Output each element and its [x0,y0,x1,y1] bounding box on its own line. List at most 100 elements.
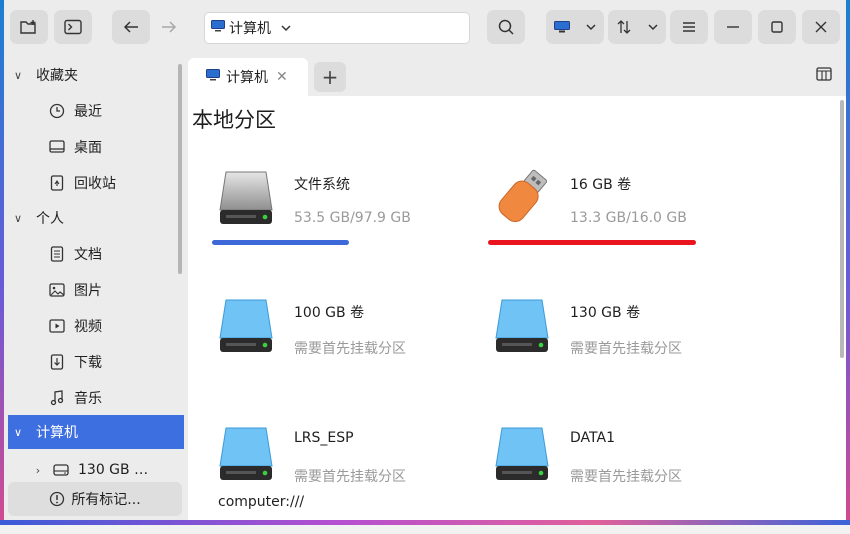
search-icon [498,19,514,35]
hard-disk-icon [218,168,274,230]
terminal-button[interactable] [54,10,92,44]
view-mode-button[interactable] [546,10,604,44]
tab-computer[interactable]: 计算机 ✕ [188,58,308,96]
file-manager-window: 计算机 ∨ 收藏夹 最近 桌面 回收站 ∨ 个人 文档 图片 视频 下载 音乐 … [4,0,846,520]
menu-button[interactable] [670,10,708,44]
usb-drive-icon [494,168,554,232]
sidebar-item-label: 桌面 [74,140,102,156]
drive-icon [218,296,274,358]
icon-view-icon [554,21,570,33]
sidebar-item-trash[interactable]: 回收站 [8,167,180,199]
chevron-down-icon[interactable]: ∨ [10,69,26,82]
sidebar-item-desktop[interactable]: 桌面 [8,131,180,163]
drive-usage-text: 13.3 GB/16.0 GB [570,210,687,226]
chevron-down-icon[interactable]: ∨ [10,212,26,225]
sidebar-scrollbar[interactable] [178,64,182,274]
section-title: 本地分区 [192,108,276,132]
download-icon [46,354,68,370]
new-folder-icon [20,20,36,34]
chevron-down-icon[interactable]: ∨ [10,426,26,439]
drive-name: 16 GB 卷 [570,177,632,193]
close-window-button[interactable] [802,10,840,44]
new-tab-button[interactable]: + [314,62,346,92]
drive-icon [50,464,72,476]
all-tags-label: 所有标记... [71,492,141,508]
close-tab-icon[interactable]: ✕ [276,69,288,85]
minimize-icon [727,26,739,28]
address-text: 计算机 [229,21,271,37]
drive-icon [494,296,550,358]
sidebar-group-label: 计算机 [36,425,78,441]
sort-icon [617,20,630,34]
terminal-icon [64,19,82,35]
new-folder-button[interactable] [10,10,48,44]
drive-icon [218,424,274,486]
drive-status-text: 需要首先挂载分区 [570,341,682,357]
drive-item[interactable]: 16 GB 卷 13.3 GB/16.0 GB [464,168,724,278]
drive-item[interactable]: 100 GB 卷 需要首先挂载分区 [188,296,448,406]
sidebar: ∨ 收藏夹 最近 桌面 回收站 ∨ 个人 文档 图片 视频 下载 音乐 ∨ 计算… [4,56,186,520]
tab-label: 计算机 [226,70,268,86]
sidebar-item-label: 下载 [74,355,102,371]
toggle-detail-panel-button[interactable] [816,66,832,85]
drive-usage-bar [488,240,696,245]
document-icon [46,246,68,262]
drive-item[interactable]: DATA1 需要首先挂载分区 [464,424,724,534]
drive-name: 100 GB 卷 [294,305,365,321]
drive-name: 130 GB 卷 [570,305,641,321]
sidebar-group-label: 个人 [36,211,64,227]
all-tags-button[interactable]: 所有标记... [8,482,182,516]
content-area: 本地分区 文件系统 53.5 GB/97.9 GB 16 GB 卷 13.3 G… [188,96,846,520]
sidebar-item-label: 文档 [74,247,102,263]
forward-button[interactable] [150,10,188,44]
chevron-down-icon [647,23,658,30]
status-path: computer:/// [218,494,305,510]
content-scrollbar[interactable] [840,100,844,358]
sidebar-item-videos[interactable]: 视频 [8,310,180,342]
picture-icon [46,283,68,297]
arrow-left-icon [123,21,138,33]
trash-icon [46,175,68,191]
address-bar[interactable]: 计算机 [204,12,470,44]
minimize-button[interactable] [714,10,752,44]
drive-icon [494,424,550,486]
drive-item[interactable]: 文件系统 53.5 GB/97.9 GB [188,168,448,278]
drive-status-text: 需要首先挂载分区 [570,469,682,485]
sidebar-item-downloads[interactable]: 下载 [8,346,180,378]
drive-item[interactable]: 130 GB 卷 需要首先挂载分区 [464,296,724,406]
computer-icon [211,20,225,36]
drive-name: LRS_ESP [294,430,354,446]
drive-name: DATA1 [570,430,615,446]
sidebar-item-pictures[interactable]: 图片 [8,274,180,306]
sort-button[interactable] [608,10,666,44]
close-icon [815,21,827,33]
sidebar-item-music[interactable]: 音乐 [8,382,180,414]
sidebar-item-documents[interactable]: 文档 [8,238,180,270]
sidebar-panel-icon [816,67,832,81]
desktop-icon [46,140,68,154]
sidebar-group-favorites[interactable]: ∨ 收藏夹 [8,59,180,91]
hamburger-menu-icon [683,22,695,32]
sidebar-item-recent[interactable]: 最近 [8,95,180,127]
drive-usage-text: 53.5 GB/97.9 GB [294,210,411,226]
video-icon [46,319,68,333]
back-button[interactable] [112,10,150,44]
drive-status-text: 需要首先挂载分区 [294,469,406,485]
chevron-right-icon[interactable]: › [30,464,46,477]
maximize-button[interactable] [758,10,796,44]
sidebar-group-computer[interactable]: ∨ 计算机 [8,415,184,449]
sidebar-item-label: 音乐 [74,391,102,407]
window-frame-right [846,0,850,525]
sidebar-group-label: 收藏夹 [36,68,78,84]
drive-usage-bar [212,240,349,245]
chevron-down-icon[interactable] [281,20,291,36]
clock-icon [46,103,68,119]
music-icon [46,390,68,406]
drive-item[interactable]: LRS_ESP 需要首先挂载分区 [188,424,448,534]
chevron-down-icon [586,23,596,30]
search-button[interactable] [487,10,525,44]
arrow-right-icon [162,21,177,33]
sidebar-group-personal[interactable]: ∨ 个人 [8,202,180,234]
computer-icon [206,69,220,85]
info-icon [49,491,65,507]
